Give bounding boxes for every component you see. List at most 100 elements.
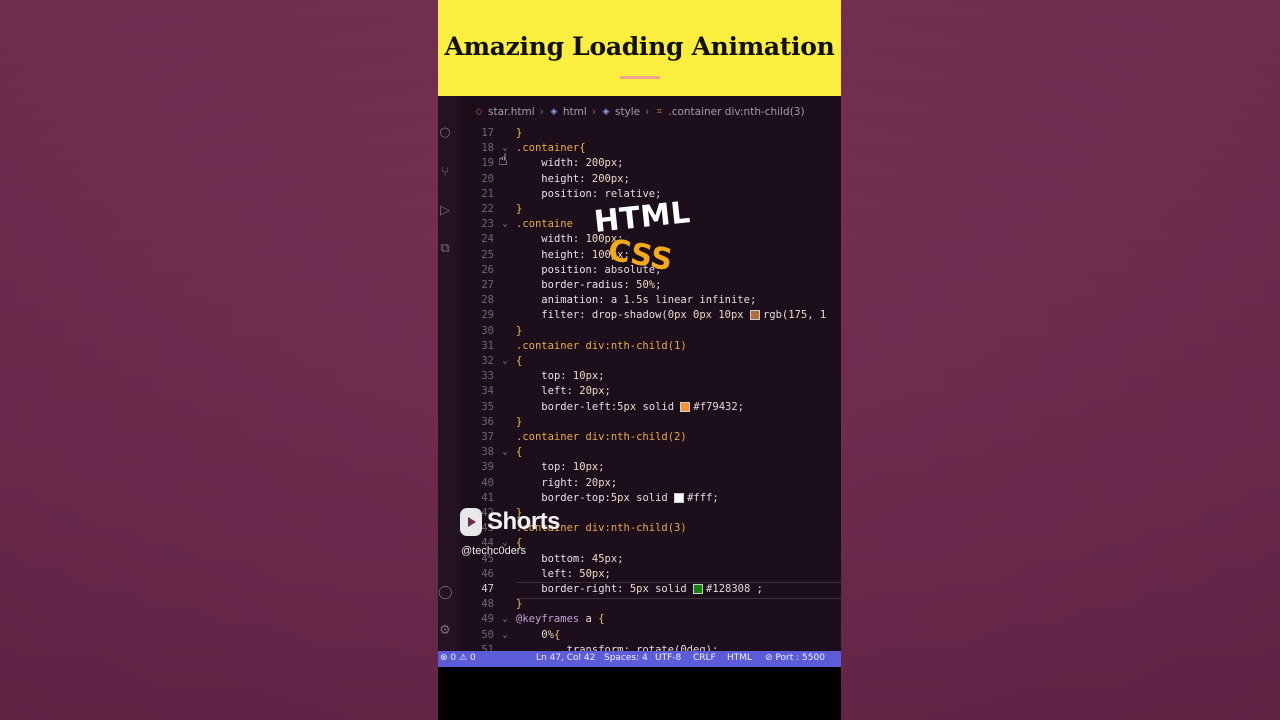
code-line[interactable]: 19 width: 200px; [460,156,841,171]
line-number: 30 [481,324,494,337]
cursor-position[interactable]: Ln 47, Col 42 [536,653,595,663]
code-line[interactable]: 49 ⌄ @keyframes a { [460,612,841,627]
settings-gear-icon[interactable]: ⚙ [438,624,452,638]
encoding[interactable]: UTF-8 [655,653,681,663]
line-endings[interactable]: CRLF [693,653,716,663]
shorts-label: Shorts [487,508,561,535]
banner-underline [620,76,660,79]
line-number: 50 [481,628,494,641]
code-line[interactable]: 20 height: 200px; [460,172,841,187]
run-debug-icon[interactable]: ▷ [438,204,452,218]
code-line[interactable]: 36} [460,415,841,430]
blurred-background-left [0,0,438,720]
code-text: border-right: 5px solid #128308 ; [541,583,763,595]
shorts-badge[interactable]: Shorts [460,508,561,536]
code-line[interactable]: 30} [460,324,841,339]
html-file-icon: ◇ [475,107,483,117]
code-line[interactable]: 28 animation: a 1.5s linear infinite; [460,293,841,308]
code-line[interactable]: 27 border-radius: 50%; [460,278,841,293]
line-number: 37 [481,431,494,443]
code-line[interactable]: 50 ⌄ 0%{ [460,628,841,643]
line-number: 17 [481,127,494,139]
code-line[interactable]: 17} [460,126,841,141]
video-frame[interactable]: Amazing Loading Animation ○ ⑂ ▷ ⧉ ◯ ⚙ ◇ … [438,0,841,720]
line-number: 22 [481,203,494,215]
breadcrumb-item-style[interactable]: ◈ style [601,106,641,118]
line-number: 47 [481,583,494,595]
chevron-right-icon: › [591,106,596,118]
extensions-icon[interactable]: ⧉ [438,242,452,256]
code-line[interactable]: 38 ⌄ { [460,445,841,460]
line-number: 31 [481,339,494,352]
breadcrumb-item-file[interactable]: ◇ star.html [474,106,535,118]
code-text: .container div:nth-child(2) [516,431,687,443]
code-line[interactable]: 51 transform: rotate(0deg); [460,643,841,651]
channel-handle[interactable]: @techc0ders [461,545,526,557]
cube-icon: ◈ [550,107,558,117]
fold-chevron-icon[interactable]: ⌄ [500,628,510,643]
code-line[interactable]: 48} [460,597,841,612]
code-editor: ○ ⑂ ▷ ⧉ ◯ ⚙ ◇ star.html › ◈ html › ◈ sty… [438,96,841,651]
code-line[interactable]: 41 border-top:5px solid #fff; [460,491,841,506]
code-text: height: 200px; [541,172,630,185]
breadcrumb-item-selector[interactable]: ⌗ .container div:nth-child(3) [654,106,805,118]
problems-indicator[interactable]: ⊗ 0 ⚠ 0 [440,653,476,663]
chevron-right-icon: › [645,106,650,118]
line-number: 18 [481,142,494,155]
hand-cursor-icon: ☝ [498,150,508,169]
line-number: 21 [481,187,494,200]
code-text: right: 20px; [541,476,618,489]
fold-chevron-icon[interactable]: ⌄ [500,217,510,232]
source-control-icon[interactable]: ⑂ [438,166,452,180]
code-line[interactable]: 37 .container div:nth-child(2) [460,430,841,445]
line-number: 27 [481,279,494,291]
line-number: 29 [481,309,494,322]
selector-icon: ⌗ [656,107,662,117]
code-text: left: 50px; [541,567,611,580]
code-text: } [516,127,523,139]
code-line[interactable]: 47 border-right: 5px solid #128308 ; [460,582,841,600]
fold-chevron-icon[interactable]: ⌄ [500,445,510,460]
line-number: 51 [481,643,494,651]
code-text: } [516,324,523,337]
code-text: animation: a 1.5s linear infinite; [541,294,757,307]
fold-chevron-icon[interactable]: ⌄ [500,354,510,369]
code-line[interactable]: 39 top: 10px; [460,460,841,475]
search-icon[interactable]: ○ [438,126,452,140]
live-server-port[interactable]: ⊘ Port : 5500 [765,653,825,663]
line-number: 19 [481,157,494,170]
code-text: .containe [516,218,573,231]
code-line[interactable]: 31 .container div:nth-child(1) [460,339,841,354]
code-text: transform: rotate(0deg); [516,643,719,651]
code-text: border-left:5px solid #f79432; [541,400,744,413]
line-number: 49 [481,613,494,626]
indentation[interactable]: Spaces: 4 [604,653,648,663]
line-number: 33 [481,370,494,383]
account-icon[interactable]: ◯ [438,586,453,600]
broadcast-icon: ⊘ [765,653,773,663]
code-text: } [516,203,523,215]
code-line[interactable]: 18 ⌄ .container{ [460,141,841,156]
code-line[interactable]: 32 ⌄ { [460,354,841,369]
code-line[interactable]: 40 right: 20px; [460,476,841,491]
code-text: { [516,355,523,367]
code-text: top: 10px; [541,370,605,383]
code-text: width: 200px; [541,157,624,170]
code-line[interactable]: 35 border-left:5px solid #f79432; [460,400,841,415]
code-text: @keyframes a { [516,613,605,626]
code-line[interactable]: 34 left: 20px; [460,384,841,399]
blurred-background-right [841,0,1280,720]
line-number: 25 [481,248,494,261]
line-number: 38 [481,446,494,459]
line-number: 35 [481,400,494,413]
code-line[interactable]: 46 left: 50px; [460,567,841,582]
status-bar: ⊗ 0 ⚠ 0 Ln 47, Col 42 Spaces: 4 UTF-8 CR… [438,651,841,667]
code-line[interactable]: 29 filter: drop-shadow(0px 0px 10px rgb(… [460,308,841,323]
language-mode[interactable]: HTML [727,653,752,663]
line-number: 48 [481,598,494,611]
title-banner: Amazing Loading Animation [438,0,841,96]
fold-chevron-icon[interactable]: ⌄ [500,612,510,627]
breadcrumb-item-html[interactable]: ◈ html [549,106,586,118]
code-line[interactable]: 33 top: 10px; [460,369,841,384]
code-text: filter: drop-shadow(0px 0px 10px rgb(175… [541,309,827,322]
